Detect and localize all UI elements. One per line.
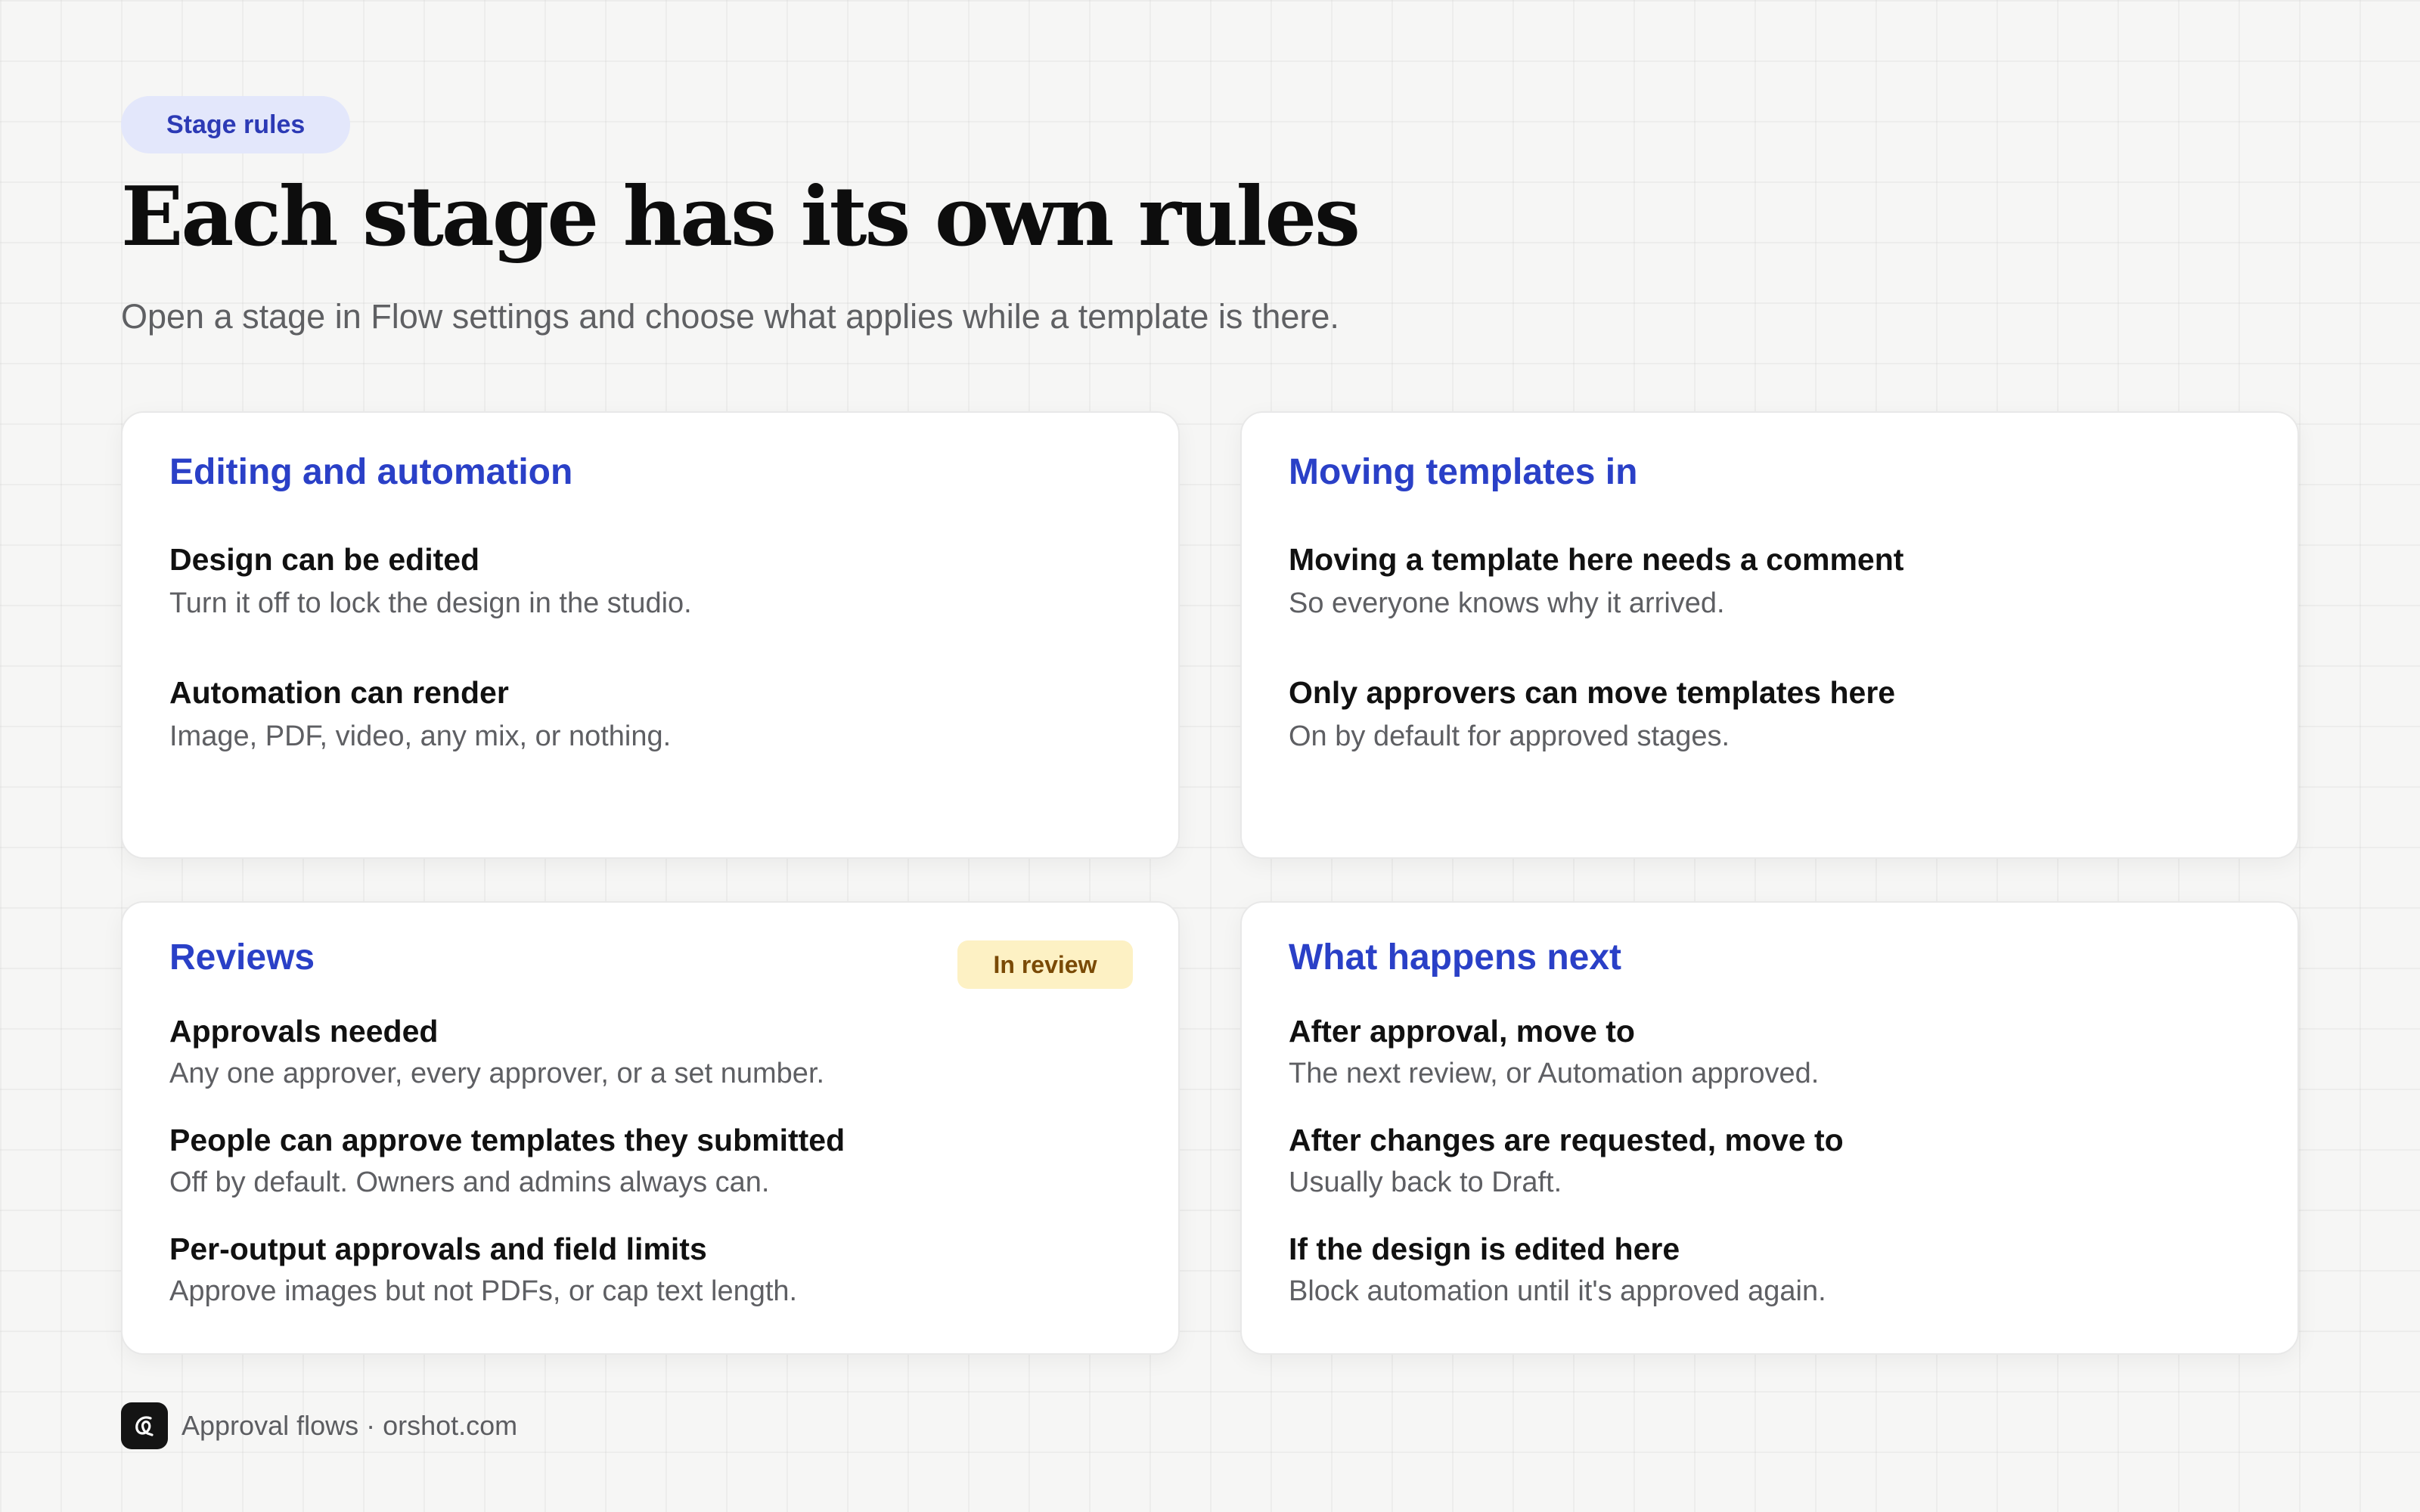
item-desc: Off by default. Owners and admins always… [169,1167,770,1198]
item-label: After approval, move to [1289,1014,1635,1049]
item-label: Automation can render [169,675,509,710]
item-desc: The next review, or Automation approved. [1289,1058,1820,1089]
item-desc: Turn it off to lock the design in the st… [169,587,692,619]
orshot-logo-icon [121,1402,168,1449]
card-moving-templates: Moving templates in Moving a template he… [1240,411,2299,859]
item-label: Design can be edited [169,542,480,577]
card-title: Reviews [169,937,315,978]
item-desc: Any one approver, every approver, or a s… [169,1058,825,1089]
card-reviews: Reviews In review Approvals needed Any o… [121,901,1180,1355]
footer: Approval flows · orshot.com [121,1402,517,1450]
item-label: Moving a template here needs a comment [1289,542,1904,577]
item-label: People can approve templates they submit… [169,1123,845,1157]
item-label: If the design is edited here [1289,1232,1680,1266]
card-what-happens-next: What happens next After approval, move t… [1240,901,2299,1355]
item-desc: Image, PDF, video, any mix, or nothing. [169,720,672,752]
item-label: Only approvers can move templates here [1289,675,1896,710]
card-title: What happens next [1289,937,1622,978]
stage-rules-pill: Stage rules [121,96,351,153]
item-label: After changes are requested, move to [1289,1123,1844,1157]
item-desc: On by default for approved stages. [1289,720,1730,752]
card-title: Moving templates in [1289,452,1638,492]
item-desc: Approve images but not PDFs, or cap text… [169,1275,798,1307]
page-title: Each stage has its own rules [121,169,1360,265]
item-label: Approvals needed [169,1014,439,1049]
item-desc: Usually back to Draft. [1289,1167,1562,1198]
card-editing-automation: Editing and automation Design can be edi… [121,411,1180,859]
card-title: Editing and automation [169,452,573,492]
footer-text: Approval flows · orshot.com [182,1410,518,1441]
item-desc: So everyone knows why it arrived. [1289,587,1725,619]
item-label: Per-output approvals and field limits [169,1232,707,1266]
item-desc: Block automation until it's approved aga… [1289,1275,1826,1307]
page-subtitle: Open a stage in Flow settings and choose… [121,297,1339,336]
status-badge: In review [957,940,1133,989]
